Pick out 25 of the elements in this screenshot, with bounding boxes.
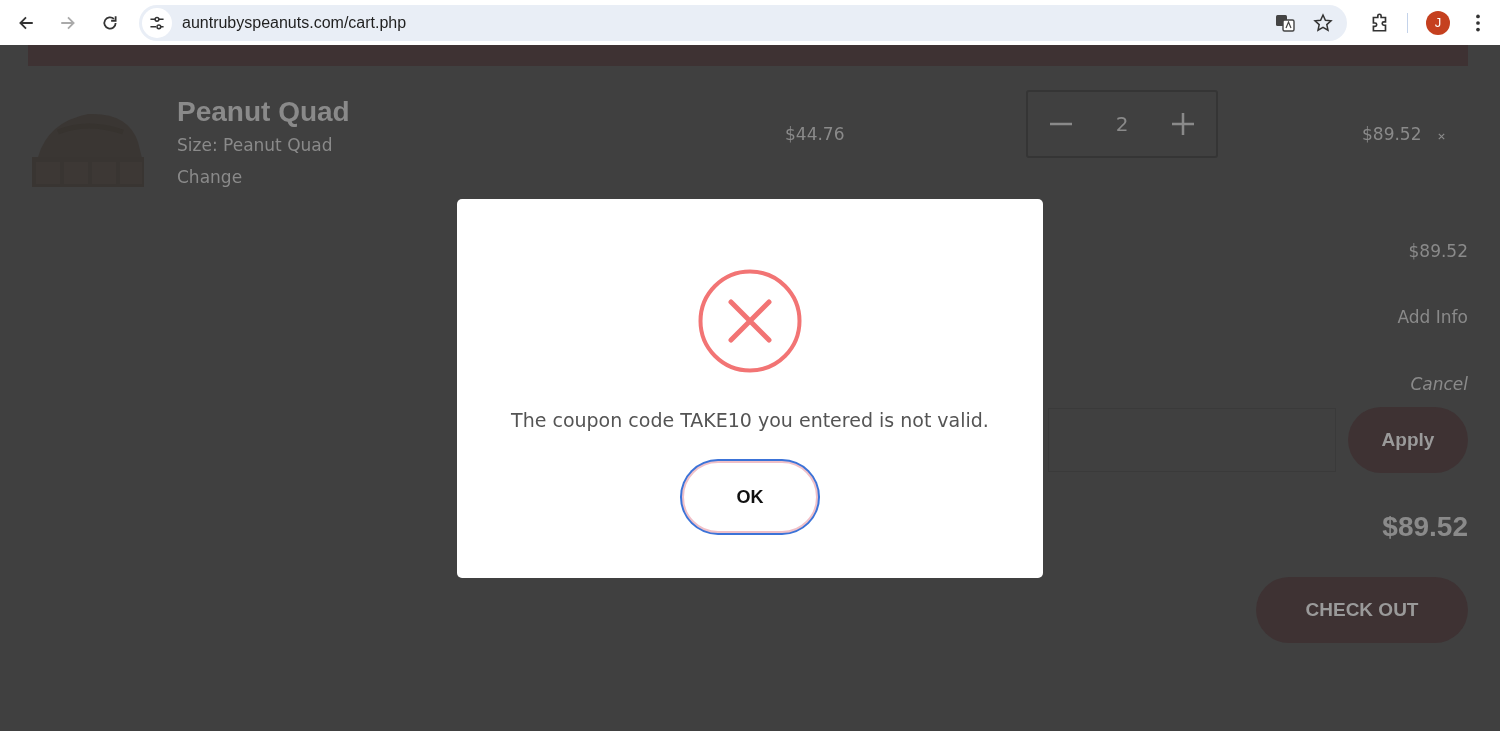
plus-icon[interactable]	[1170, 112, 1195, 136]
error-message: The coupon code TAKE10 you entered is not valid.	[511, 409, 989, 431]
total-value: $89.52	[1382, 511, 1468, 543]
url-text[interactable]: auntrubyspeanuts.com/cart.php	[182, 13, 407, 32]
site-settings-icon[interactable]	[142, 7, 172, 38]
reload-icon[interactable]	[101, 13, 119, 32]
unit-price: $44.76	[785, 124, 846, 144]
line-total: $89.52	[1362, 124, 1422, 144]
ok-button[interactable]: OK	[682, 461, 818, 533]
checkout-button[interactable]: CHECK OUT	[1256, 577, 1468, 643]
quantity-value: 2	[1115, 112, 1129, 136]
error-icon	[698, 269, 802, 373]
remove-icon[interactable]	[1437, 132, 1447, 141]
apply-button[interactable]: Apply	[1348, 407, 1468, 473]
subtotal-value: $89.52	[1408, 240, 1468, 262]
change-link[interactable]: Change	[177, 167, 243, 187]
cancel-link[interactable]: Cancel	[1410, 373, 1468, 395]
profile-avatar[interactable]: J	[1426, 10, 1450, 35]
size-value: Peanut Quad	[223, 135, 333, 155]
add-info-link[interactable]: Add Info	[1397, 306, 1468, 328]
bookmark-star-icon[interactable]	[1313, 12, 1333, 33]
quantity-stepper[interactable]: 2	[1026, 90, 1218, 158]
product-title: Peanut Quad	[177, 95, 351, 129]
size-label: Size:	[177, 135, 218, 155]
translate-icon[interactable]	[1275, 12, 1295, 33]
